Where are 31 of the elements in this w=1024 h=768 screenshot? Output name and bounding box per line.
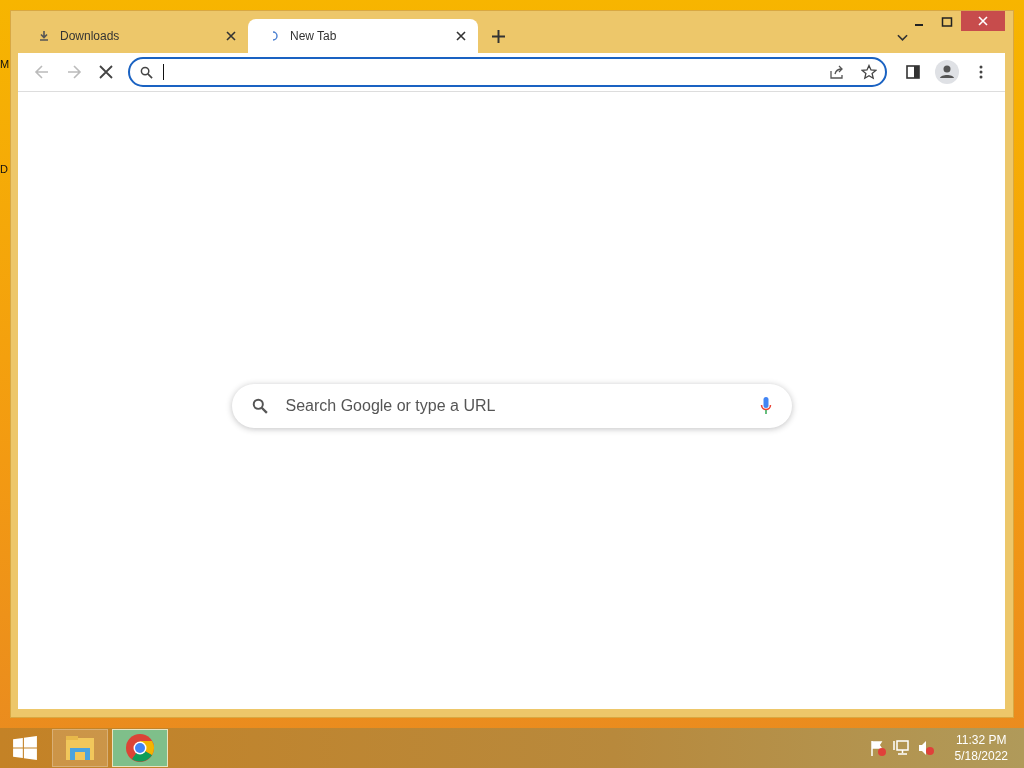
tab-search-icon[interactable] [897, 34, 908, 42]
search-icon [251, 397, 268, 414]
maximize-icon[interactable] [941, 16, 953, 28]
desktop-icon-label: M [0, 58, 9, 70]
share-icon[interactable] [829, 64, 845, 80]
browser-tab[interactable]: New Tab [248, 19, 478, 53]
download-icon [38, 30, 50, 42]
close-window-button[interactable] [961, 11, 1005, 31]
stop-icon[interactable] [98, 64, 114, 80]
new-tab-icon[interactable] [492, 30, 505, 43]
desktop-icon-label: D [0, 163, 9, 175]
microphone-icon[interactable] [759, 395, 772, 416]
start-button-icon[interactable] [12, 735, 38, 761]
close-icon[interactable] [456, 31, 466, 41]
close-icon[interactable] [226, 31, 236, 41]
browser-logo-icon [125, 733, 155, 763]
browser-tab[interactable]: Downloads [18, 19, 248, 53]
close-icon [978, 16, 988, 26]
address-bar[interactable] [128, 57, 887, 87]
profile-avatar-icon[interactable] [935, 60, 959, 84]
action-center-flag-icon[interactable] [868, 739, 887, 757]
search-icon [140, 65, 153, 79]
folder-icon [64, 734, 96, 762]
side-panel-icon[interactable] [905, 64, 921, 80]
star-icon[interactable] [861, 64, 877, 80]
tab-title: New Tab [290, 29, 338, 43]
clock-time: 11:32 PM [956, 732, 1007, 748]
tab-title: Downloads [60, 29, 121, 43]
clock-date: 5/18/2022 [954, 748, 1008, 764]
taskbar-app-button[interactable] [112, 729, 168, 767]
speaker-muted-icon[interactable] [916, 739, 935, 757]
